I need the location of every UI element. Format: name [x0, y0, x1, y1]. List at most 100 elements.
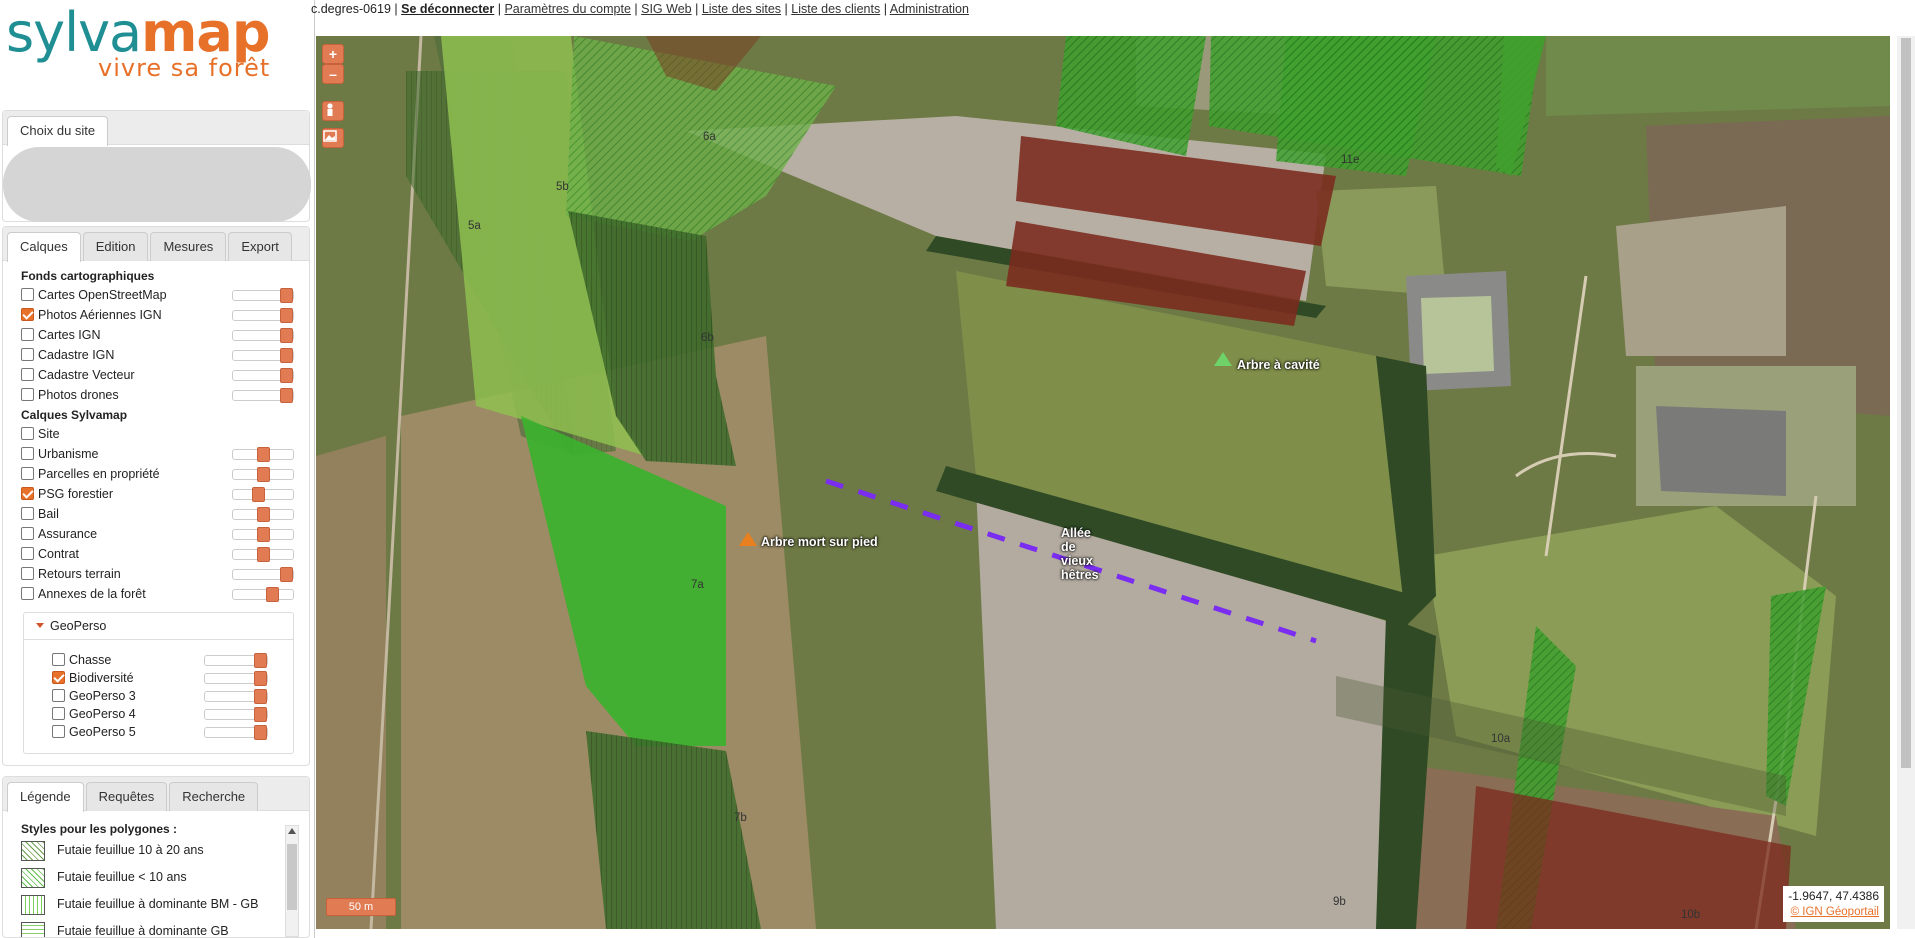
- opacity-slider[interactable]: [232, 288, 294, 303]
- tab-recherche[interactable]: Recherche: [169, 782, 259, 811]
- opacity-slider-handle[interactable]: [254, 707, 267, 722]
- layer-checkbox[interactable]: [52, 653, 65, 666]
- opacity-slider[interactable]: [204, 725, 268, 740]
- opacity-slider[interactable]: [232, 527, 294, 542]
- opacity-slider-handle[interactable]: [254, 671, 267, 686]
- site-selector[interactable]: [3, 147, 311, 222]
- opacity-slider-handle[interactable]: [280, 328, 293, 343]
- opacity-slider-handle[interactable]: [256, 447, 270, 462]
- page-scrollbar[interactable]: [1897, 36, 1915, 929]
- top-navigation: c.degres-0619 | Se déconnecter | Paramèt…: [311, 0, 969, 18]
- layer-checkbox[interactable]: [21, 467, 34, 480]
- opacity-slider-handle[interactable]: [254, 653, 267, 668]
- opacity-slider-handle[interactable]: [256, 467, 270, 482]
- opacity-slider-handle[interactable]: [280, 368, 293, 383]
- tab-edition[interactable]: Edition: [82, 232, 149, 261]
- layer-checkbox[interactable]: [21, 527, 34, 540]
- opacity-slider[interactable]: [232, 368, 294, 383]
- legend-scrollbar[interactable]: [285, 825, 299, 937]
- attribution-link[interactable]: © IGN Géoportail: [1788, 904, 1879, 920]
- opacity-slider-handle[interactable]: [256, 527, 270, 542]
- opacity-slider-handle[interactable]: [280, 288, 293, 303]
- opacity-slider[interactable]: [232, 507, 294, 522]
- street-view-button[interactable]: [322, 101, 344, 121]
- map-canvas[interactable]: 5a 5b 6a 6b 7a 7b 9b 10a 10b 11e Arbre à…: [316, 36, 1890, 929]
- opacity-slider-handle[interactable]: [280, 388, 293, 403]
- opacity-slider[interactable]: [204, 689, 268, 704]
- layer-label: Contrat: [38, 547, 79, 561]
- tab-requetes[interactable]: Requêtes: [85, 782, 168, 811]
- layer-checkbox[interactable]: [21, 567, 34, 580]
- opacity-slider[interactable]: [204, 707, 268, 722]
- layer-checkbox[interactable]: [21, 368, 34, 381]
- layer-checkbox[interactable]: [21, 427, 34, 440]
- separator: |: [634, 2, 638, 16]
- layer-checkbox[interactable]: [52, 671, 65, 684]
- opacity-slider-handle[interactable]: [256, 507, 270, 522]
- opacity-slider[interactable]: [232, 467, 294, 482]
- nav-parametres-du-compte[interactable]: Paramètres du compte: [504, 2, 630, 16]
- point-arbre-a-cavite[interactable]: [1214, 352, 1232, 366]
- layer-checkbox[interactable]: [21, 308, 34, 321]
- geoperso-title: GeoPerso: [50, 619, 107, 633]
- page-scroll-thumb[interactable]: [1901, 38, 1911, 768]
- layer-checkbox[interactable]: [21, 447, 34, 460]
- legend-panel: Légende Requêtes Recherche Styles pour les…: [2, 776, 310, 938]
- tab-calques[interactable]: Calques: [7, 232, 81, 262]
- layer-checkbox[interactable]: [21, 547, 34, 560]
- opacity-slider[interactable]: [232, 388, 294, 403]
- label-arbre-a-cavite: Arbre à cavité: [1237, 358, 1320, 372]
- opacity-slider[interactable]: [232, 487, 294, 502]
- nav-sig-web[interactable]: SIG Web: [641, 2, 691, 16]
- layer-row-bail: Bail: [3, 504, 309, 524]
- opacity-slider[interactable]: [232, 447, 294, 462]
- base-layer-button[interactable]: [322, 128, 344, 148]
- layer-checkbox[interactable]: [21, 587, 34, 600]
- tab-export[interactable]: Export: [228, 232, 292, 261]
- opacity-slider[interactable]: [232, 587, 294, 602]
- opacity-slider-handle[interactable]: [254, 689, 267, 704]
- opacity-slider-handle[interactable]: [254, 725, 267, 740]
- tab-legende[interactable]: Légende: [7, 782, 84, 812]
- layer-checkbox[interactable]: [21, 388, 34, 401]
- layer-label: Bail: [38, 507, 59, 521]
- opacity-slider[interactable]: [232, 348, 294, 363]
- opacity-slider[interactable]: [204, 671, 268, 686]
- opacity-slider-handle[interactable]: [280, 567, 293, 582]
- opacity-slider[interactable]: [232, 567, 294, 582]
- layer-checkbox[interactable]: [21, 348, 34, 361]
- tab-choix-du-site[interactable]: Choix du site: [7, 116, 109, 146]
- scroll-up-icon[interactable]: [288, 828, 296, 834]
- opacity-slider-handle[interactable]: [265, 587, 279, 602]
- opacity-slider[interactable]: [204, 653, 268, 668]
- nav-liste-des-clients[interactable]: Liste des clients: [791, 2, 880, 16]
- zoom-out-button[interactable]: –: [322, 64, 344, 84]
- layer-checkbox[interactable]: [21, 487, 34, 500]
- logout-link[interactable]: Se déconnecter: [401, 2, 494, 16]
- layer-checkbox[interactable]: [21, 288, 34, 301]
- layer-checkbox[interactable]: [21, 507, 34, 520]
- geoperso-header[interactable]: GeoPerso: [24, 613, 293, 640]
- legend-label: Futaie feuillue à dominante BM - GB: [57, 897, 259, 911]
- opacity-slider[interactable]: [232, 547, 294, 562]
- tab-mesures[interactable]: Mesures: [150, 232, 227, 261]
- opacity-slider-handle[interactable]: [251, 487, 265, 502]
- opacity-slider-handle[interactable]: [280, 348, 293, 363]
- layer-checkbox[interactable]: [52, 707, 65, 720]
- layer-checkbox[interactable]: [52, 689, 65, 702]
- layer-label: Annexes de la forêt: [38, 587, 146, 601]
- point-arbre-mort[interactable]: [739, 532, 757, 546]
- opacity-slider-handle[interactable]: [280, 308, 293, 323]
- opacity-slider-handle[interactable]: [256, 547, 270, 562]
- zoom-in-button[interactable]: +: [322, 44, 344, 64]
- legend-scroll-thumb[interactable]: [287, 844, 297, 910]
- layer-row-geoperso-4: GeoPerso 4: [24, 705, 293, 723]
- layer-checkbox[interactable]: [52, 725, 65, 738]
- opacity-slider[interactable]: [232, 328, 294, 343]
- opacity-slider[interactable]: [232, 308, 294, 323]
- layer-checkbox[interactable]: [21, 328, 34, 341]
- sylvamap-logo[interactable]: sylvamap vivre sa forêt: [6, 4, 296, 84]
- layer-label: Site: [38, 427, 60, 441]
- nav-liste-des-sites[interactable]: Liste des sites: [702, 2, 781, 16]
- nav-administration[interactable]: Administration: [890, 2, 969, 16]
